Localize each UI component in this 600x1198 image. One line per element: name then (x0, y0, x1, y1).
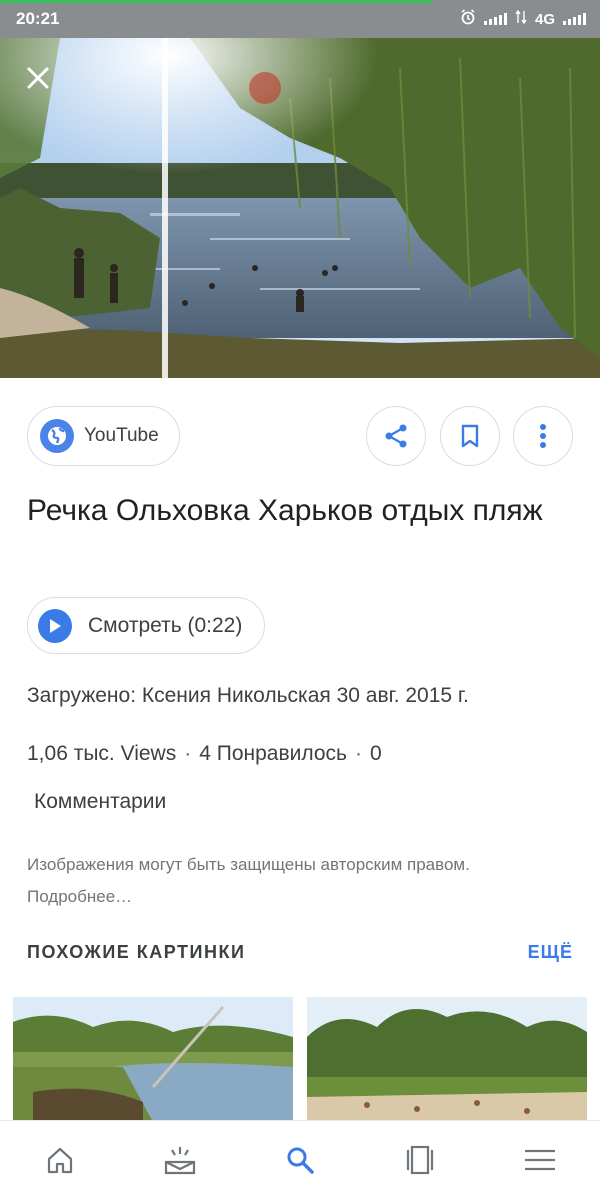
separator: · (184, 742, 192, 765)
close-icon (27, 67, 49, 89)
similar-thumbnail[interactable] (13, 997, 293, 1122)
discover-icon (164, 1146, 196, 1174)
bookmark-icon (461, 424, 479, 448)
learn-more-link[interactable]: Подробнее… (27, 887, 132, 906)
watch-label: Смотреть (0:22) (88, 613, 243, 637)
data-arrows-icon (515, 9, 527, 28)
signal-icon (483, 13, 507, 25)
nav-menu[interactable] (510, 1130, 570, 1190)
more-options-button[interactable] (513, 406, 573, 466)
home-icon (47, 1147, 73, 1173)
page-load-progress (0, 0, 432, 3)
nav-search[interactable] (270, 1130, 330, 1190)
views-count: 1,06 тыс. Views (27, 742, 177, 765)
watch-button[interactable]: Смотреть (0:22) (27, 597, 266, 654)
river-photo (0, 38, 600, 378)
nav-discover[interactable] (150, 1130, 210, 1190)
play-icon (38, 608, 72, 643)
signal-icon (563, 13, 586, 25)
status-icons: 4G (460, 9, 586, 29)
bookmark-button[interactable] (440, 406, 500, 466)
bottom-navigation (0, 1120, 600, 1198)
copyright-notice: Изображения могут быть защищены авторски… (27, 849, 547, 913)
share-icon (385, 424, 407, 448)
copyright-text: Изображения могут быть защищены авторски… (27, 855, 470, 874)
globe-icon (40, 419, 74, 453)
network-type: 4G (534, 10, 555, 28)
page-title: Речка Ольховка Харьков отдых пляж (27, 494, 543, 527)
similar-more-link[interactable]: ЕЩЁ (528, 942, 573, 963)
main-image[interactable] (0, 38, 600, 378)
comments-count: 0 (369, 742, 382, 765)
alarm-icon (460, 9, 476, 29)
share-button[interactable] (366, 406, 426, 466)
video-stats: 1,06 тыс. Views · 4 Понравилось · 0 (27, 742, 382, 766)
similar-images-header: ПОХОЖИЕ КАРТИНКИ (27, 942, 246, 962)
search-icon (287, 1147, 314, 1174)
source-chip[interactable]: YouTube (27, 406, 180, 466)
similar-thumbnail[interactable] (307, 997, 587, 1122)
close-button[interactable] (20, 60, 56, 96)
likes-count: 4 Понравилось (199, 742, 347, 765)
separator: · (354, 742, 362, 765)
nav-home[interactable] (30, 1130, 90, 1190)
menu-icon (525, 1149, 555, 1170)
status-time: 20:21 (16, 9, 60, 28)
tabs-icon (406, 1145, 434, 1174)
source-label: YouTube (84, 425, 159, 446)
nav-tabs[interactable] (390, 1130, 450, 1190)
more-vert-icon (540, 424, 546, 448)
uploaded-info: Загружено: Ксения Никольская 30 авг. 201… (27, 684, 469, 707)
status-bar: 20:21 4G (0, 0, 600, 38)
comments-label: Комментарии (34, 790, 167, 813)
